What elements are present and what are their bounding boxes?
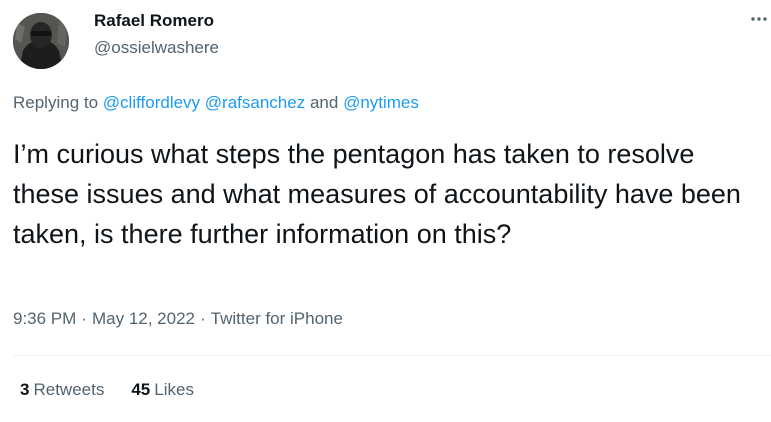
- likes-stat[interactable]: 45 Likes: [131, 380, 194, 400]
- replying-to-line: Replying to @cliffordlevy @rafsanchez an…: [13, 93, 419, 113]
- tweet-date[interactable]: May 12, 2022: [92, 309, 195, 328]
- more-horizontal-icon: [751, 17, 767, 21]
- avatar-image: [13, 13, 69, 69]
- tweet-card: Rafael Romero @ossielwashere Replying to…: [0, 0, 771, 422]
- mention-link[interactable]: @cliffordlevy: [103, 93, 200, 112]
- author-name[interactable]: Rafael Romero: [94, 11, 214, 31]
- retweets-count: 3: [20, 380, 30, 399]
- replying-to-label: Replying to: [13, 93, 99, 112]
- retweets-stat[interactable]: 3 Retweets: [20, 380, 104, 400]
- likes-count: 45: [131, 380, 151, 399]
- engagement-stats: 3 Retweets 45 Likes: [20, 380, 194, 400]
- meta-separator: ·: [200, 309, 206, 328]
- avatar[interactable]: [13, 13, 69, 69]
- tweet-source[interactable]: Twitter for iPhone: [211, 309, 343, 328]
- meta-separator: ·: [81, 309, 87, 328]
- mention-link[interactable]: @rafsanchez: [205, 93, 305, 112]
- mention-joiner: and: [309, 93, 339, 112]
- tweet-time[interactable]: 9:36 PM: [13, 309, 76, 328]
- tweet-text: I’m curious what steps the pentagon has …: [13, 139, 741, 249]
- tweet-metadata: 9:36 PM · May 12, 2022 · Twitter for iPhone: [13, 309, 343, 329]
- author-handle[interactable]: @ossielwashere: [94, 38, 219, 58]
- more-options-button[interactable]: [748, 8, 770, 30]
- retweets-label: Retweets: [33, 380, 105, 399]
- mention-link[interactable]: @nytimes: [343, 93, 419, 112]
- likes-label: Likes: [154, 380, 194, 399]
- divider: [13, 355, 771, 356]
